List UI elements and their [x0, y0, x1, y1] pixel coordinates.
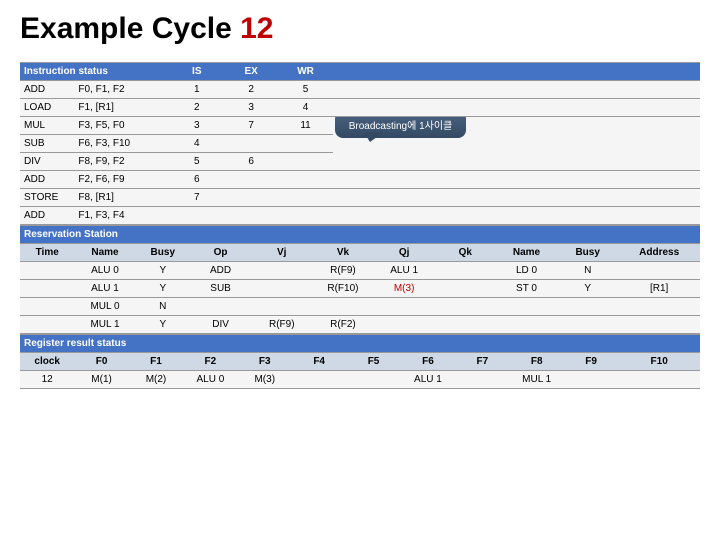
register-result-table: Register result status clock F0 F1 F2 F3…	[20, 334, 700, 389]
table-row: ADD	[20, 81, 74, 99]
reg-header: Register result status	[20, 335, 700, 353]
table-row: ADD	[20, 207, 74, 225]
instr-header: Instruction status	[20, 63, 170, 81]
callout-badge: Broadcasting에 1사이클	[335, 117, 467, 139]
table-row: SUB	[20, 135, 74, 153]
table-row: DIV	[20, 153, 74, 171]
table-row: MUL	[20, 117, 74, 135]
table-row: ALU 1YSUBR(F10)M(3)ST 0Y[R1]	[20, 280, 700, 298]
col-ex: EX	[224, 63, 278, 81]
table-row: ADD	[20, 171, 74, 189]
table-row: ALU 0YADDR(F9)ALU 1LD 0N	[20, 262, 700, 280]
table-row: STORE	[20, 189, 74, 207]
table-row: MUL 0N	[20, 298, 700, 316]
col-wr: WR	[278, 63, 332, 81]
page-title: Example Cycle 12	[20, 12, 700, 46]
rs-header: Reservation Station	[20, 226, 700, 244]
reservation-station-table: Reservation Station Time Name Busy Op Vj…	[20, 225, 700, 334]
col-is: IS	[170, 63, 224, 81]
table-row: 12 M(1) M(2) ALU 0 M(3) ALU 1 MUL 1	[20, 371, 700, 389]
table-row: LOAD	[20, 99, 74, 117]
table-row: MUL 1YDIVR(F9)R(F2)	[20, 316, 700, 334]
instruction-status-table: Instruction status IS EX WR ADDF0, F1, F…	[20, 62, 700, 225]
